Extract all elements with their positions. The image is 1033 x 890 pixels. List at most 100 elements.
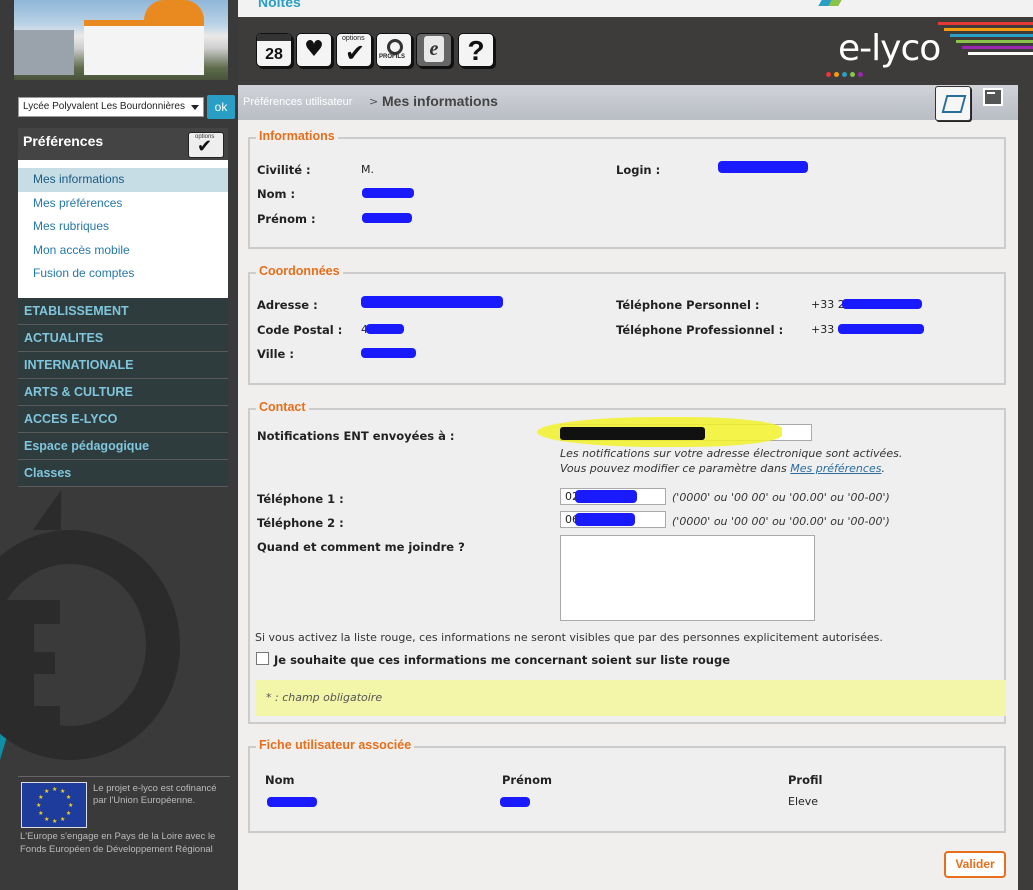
eu-star-icon: ★ <box>38 810 44 817</box>
adresse-label: Adresse : <box>257 298 318 312</box>
school-ok-button[interactable]: ok <box>207 95 235 119</box>
eu-flag-icon: ★ ★ ★ ★ ★ ★ ★ ★ ★ ★ ★ ★ <box>21 782 87 828</box>
logo-dot <box>834 72 839 77</box>
right-edge <box>1018 85 1033 890</box>
redacted-nom <box>362 188 414 198</box>
telephone-2-format-hint: ('0000' ou '00 00' ou '00.00' ou '00-00'… <box>672 515 890 528</box>
school-photo <box>14 0 228 80</box>
redacted-login <box>718 161 808 173</box>
nom-label: Nom : <box>257 187 296 201</box>
eu-star-icon: ★ <box>36 802 42 809</box>
ent-icon[interactable]: e <box>416 33 452 67</box>
col-prenom-header: Prénom <box>502 773 552 787</box>
eu-star-icon: ★ <box>44 815 50 823</box>
nav-item-acces-elyco[interactable]: ACCES E-LYCO <box>18 406 228 433</box>
mes-preferences-link[interactable]: Mes préférences <box>790 462 881 475</box>
prenom-label: Prénom : <box>257 212 316 226</box>
informations-section: Informations Civilité : M. Nom : Prénom … <box>248 129 1006 249</box>
elyco-logo-dots <box>826 66 906 77</box>
notifications-hint: Les notifications sur votre adresse élec… <box>560 447 903 460</box>
coordonnees-section: Coordonnées Adresse : Code Postal : 4 Vi… <box>248 264 1006 385</box>
help-icon[interactable]: ? <box>458 33 494 67</box>
main-content: Préférences utilisateur > Mes informatio… <box>238 85 1018 890</box>
redacted-code-postal <box>366 324 404 334</box>
telephone-1-format-hint: ('0000' ou '00 00' ou '00.00' ou '00-00'… <box>672 491 890 504</box>
logo-stripe <box>950 34 1033 37</box>
col-nom-header: Nom <box>265 773 295 787</box>
nav-item-espace-pedagogique[interactable]: Espace pédagogique <box>18 433 228 460</box>
eu-feder-text: L'Europe s'engage en Pays de la Loire av… <box>20 831 216 855</box>
nav-item-classes[interactable]: Classes <box>18 460 228 487</box>
eu-star-icon: ★ <box>52 786 58 793</box>
logo-dot <box>842 72 847 77</box>
logo-dot <box>858 72 863 77</box>
liste-rouge-info: Si vous activez la liste rouge, ces info… <box>255 631 883 644</box>
required-field-note: * : champ obligatoire <box>256 680 1006 716</box>
pref-item-fusion-comptes[interactable]: Fusion de comptes <box>18 262 228 286</box>
left-sidebar: Lycée Polyvalent Les Bourdonnières ok Pr… <box>0 0 238 890</box>
chevron-down-icon <box>191 105 199 110</box>
elyco-logo-lines <box>938 22 1033 72</box>
ent-icon-letter: e <box>424 36 444 62</box>
redacted-tel-1 <box>575 490 637 503</box>
nav-item-arts-culture[interactable]: ARTS & CULTURE <box>18 379 228 406</box>
eu-funding-text: Le projet e-lyco est cofinancé par l'Uni… <box>93 783 217 806</box>
liste-rouge-checkbox[interactable] <box>256 652 269 665</box>
tel-pro-label: Téléphone Professionnel : <box>616 323 784 337</box>
breadcrumb: Préférences utilisateur > Mes informatio… <box>238 85 1018 121</box>
joindre-textarea[interactable] <box>560 535 815 621</box>
notifications-hint-suffix: . <box>881 462 885 475</box>
ville-label: Ville : <box>257 347 294 361</box>
pref-item-acces-mobile[interactable]: Mon accès mobile <box>18 239 228 263</box>
breadcrumb-parent[interactable]: Préférences utilisateur <box>243 96 352 108</box>
profil-value: Eleve <box>788 795 819 808</box>
code-postal-label: Code Postal : <box>257 323 343 337</box>
preferences-menu: Mes informations Mes préférences Mes rub… <box>18 160 228 298</box>
profiles-icon[interactable]: PROFILS <box>376 33 412 67</box>
notifications-label: Notifications ENT envoyées à : <box>257 429 455 443</box>
notifications-hint-2: Vous pouvez modifier ce paramètre dans M… <box>560 462 885 475</box>
redacted-tel-pro <box>838 324 924 334</box>
redacted-fiche-nom <box>267 797 317 807</box>
preferences-header: Préférences options ✔ <box>18 128 228 160</box>
eu-star-icon: ★ <box>65 794 72 801</box>
expand-icon[interactable] <box>983 88 1003 106</box>
pref-item-mes-rubriques[interactable]: Mes rubriques <box>18 215 228 239</box>
heart-icon[interactable]: ♥ <box>296 33 332 67</box>
eu-star-icon: ★ <box>52 818 58 825</box>
edit-icon[interactable] <box>935 86 971 121</box>
liste-rouge-label[interactable]: Je souhaite que ces informations me conc… <box>274 653 730 667</box>
redacted-email <box>560 427 705 440</box>
logo-stripe <box>944 28 1033 31</box>
tel-pro-value: +33 <box>811 323 835 336</box>
logo-stripe <box>968 52 1033 55</box>
logo-dot <box>850 72 855 77</box>
notifications-hint-prefix: Vous pouvez modifier ce paramètre dans <box>560 462 791 475</box>
school-select-value: Lycée Polyvalent Les Bourdonnières <box>23 101 185 112</box>
logo-stripe <box>962 46 1033 49</box>
redacted-tel-perso <box>842 299 922 309</box>
breadcrumb-separator: > <box>369 95 379 108</box>
options-icon[interactable]: options ✔ <box>336 33 372 67</box>
redacted-fiche-prenom <box>500 797 530 807</box>
col-profil-header: Profil <box>788 773 823 787</box>
joindre-label: Quand et comment me joindre ? <box>257 540 465 554</box>
eu-funding-box: ★ ★ ★ ★ ★ ★ ★ ★ ★ ★ ★ ★ Le projet e-lyco est cofina… <box>18 776 230 856</box>
redacted-ville <box>361 348 416 358</box>
nav-item-actualites[interactable]: ACTUALITES <box>18 325 228 352</box>
eu-star-icon: ★ <box>60 788 66 796</box>
nav-item-etablissement[interactable]: ETABLISSEMENT <box>18 298 228 325</box>
nav-item-internationale[interactable]: INTERNATIONALE <box>18 352 228 379</box>
fiche-utilisateur-section: Fiche utilisateur associée Nom Prénom Pr… <box>248 738 1006 833</box>
valider-button[interactable]: Valider <box>944 851 1006 878</box>
civilite-value: M. <box>361 163 374 176</box>
top-strip: Noites <box>238 0 1033 17</box>
coordonnees-legend: Coordonnées <box>256 264 343 278</box>
fiche-legend: Fiche utilisateur associée <box>256 738 415 752</box>
pref-item-mes-informations[interactable]: Mes informations <box>18 168 228 192</box>
options-check-icon[interactable]: options ✔ <box>188 132 224 158</box>
calendar-icon[interactable]: 28 <box>256 33 292 67</box>
pref-item-mes-preferences[interactable]: Mes préférences <box>18 192 228 216</box>
redacted-adresse <box>361 296 503 308</box>
school-select[interactable]: Lycée Polyvalent Les Bourdonnières <box>18 97 204 117</box>
